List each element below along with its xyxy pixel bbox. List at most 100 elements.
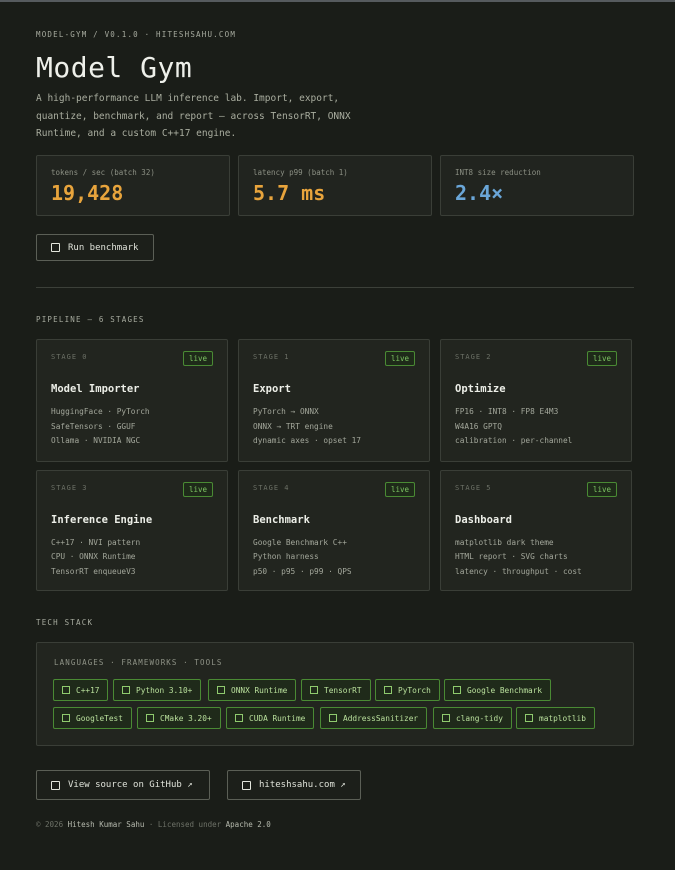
tech-stack-panel: LANGUAGES · FRAMEWORKS · TOOLS C++17 Pyt… xyxy=(36,642,634,746)
stat-label: tokens / sec (batch 32) xyxy=(51,168,155,177)
stage-name: Benchmark xyxy=(253,514,310,526)
square-icon xyxy=(51,243,60,252)
tech-chip[interactable]: AddressSanitizer xyxy=(320,707,428,729)
tech-chip[interactable]: CMake 3.20+ xyxy=(137,707,221,729)
stage-detail: latency · throughput · cost xyxy=(455,567,582,576)
stage-detail: HTML report · SVG charts xyxy=(455,552,568,561)
square-icon xyxy=(51,780,60,790)
footer-license[interactable]: Apache 2.0 xyxy=(226,820,271,829)
footer: © 2026 Hitesh Kumar Sahu · Licensed unde… xyxy=(36,820,271,829)
github-link-label: View source on GitHub ↗ xyxy=(68,780,193,790)
stage-detail: Ollama · NVIDIA NGC xyxy=(51,436,141,445)
tech-chip[interactable]: CUDA Runtime xyxy=(226,707,315,729)
tech-chip[interactable]: clang-tidy xyxy=(433,707,512,729)
footer-author[interactable]: Hitesh Kumar Sahu xyxy=(68,820,145,829)
tech-chip-label: PyTorch xyxy=(398,685,431,695)
tech-chip-label: Google Benchmark xyxy=(467,685,543,695)
status-badge: live xyxy=(586,482,617,497)
stats-row: tokens / sec (batch 32) 19,428 latency p… xyxy=(36,155,634,216)
stage-detail: FP16 · INT8 · FP8 E4M3 xyxy=(455,407,559,416)
tech-chip-label: GoogleTest xyxy=(76,713,123,723)
tech-chip-label: AddressSanitizer xyxy=(343,713,419,723)
run-benchmark-label: Run benchmark xyxy=(68,242,139,253)
tech-chip-label: ONNX Runtime xyxy=(231,685,288,695)
status-badge: live xyxy=(182,351,213,366)
square-icon xyxy=(525,714,533,722)
stage-number: STAGE 4 xyxy=(253,484,290,492)
stage-card-model-importer[interactable]: STAGE 0 live Model Importer HuggingFace … xyxy=(36,339,228,462)
stage-card-inference-engine[interactable]: STAGE 3 live Inference Engine C++17 · NV… xyxy=(36,470,228,591)
stage-name: Export xyxy=(253,383,291,395)
tech-chip-label: clang-tidy xyxy=(456,713,503,723)
website-link-button[interactable]: hiteshsahu.com ↗ xyxy=(227,770,361,800)
status-badge: live xyxy=(384,351,415,366)
stage-detail: ONNX → TRT engine xyxy=(253,422,333,431)
stage-card-optimize[interactable]: STAGE 2 live Optimize FP16 · INT8 · FP8 … xyxy=(440,339,632,462)
stage-number: STAGE 3 xyxy=(51,484,88,492)
breadcrumb: MODEL-GYM / V0.1.0 · HITESHSAHU.COM xyxy=(36,30,237,39)
stage-detail: matplotlib dark theme xyxy=(455,538,554,547)
stage-detail: SafeTensors · GGUF xyxy=(51,422,136,431)
tech-chip-label: Python 3.10+ xyxy=(136,685,193,695)
footer-licensed: · Licensed under xyxy=(148,820,222,829)
square-icon xyxy=(242,780,251,790)
stage-name: Dashboard xyxy=(455,514,512,526)
square-icon xyxy=(310,686,318,694)
tech-chip[interactable]: ONNX Runtime xyxy=(208,679,297,701)
tech-chip-label: matplotlib xyxy=(539,713,586,723)
tech-chip[interactable]: Python 3.10+ xyxy=(113,679,202,701)
stage-card-export[interactable]: STAGE 1 live Export PyTorch → ONNX ONNX … xyxy=(238,339,430,462)
stat-value: 19,428 xyxy=(51,181,124,205)
tech-chip[interactable]: PyTorch xyxy=(375,679,440,701)
status-badge: live xyxy=(182,482,213,497)
stat-label: latency p99 (batch 1) xyxy=(253,168,348,177)
square-icon xyxy=(146,714,154,722)
status-badge: live xyxy=(384,482,415,497)
stage-card-dashboard[interactable]: STAGE 5 live Dashboard matplotlib dark t… xyxy=(440,470,632,591)
stat-size-reduction: INT8 size reduction 2.4× xyxy=(440,155,634,216)
tech-stack-subheading: LANGUAGES · FRAMEWORKS · TOOLS xyxy=(54,658,223,667)
tech-chip[interactable]: GoogleTest xyxy=(53,707,132,729)
stage-detail: p50 · p95 · p99 · QPS xyxy=(253,567,352,576)
stage-card-benchmark[interactable]: STAGE 4 live Benchmark Google Benchmark … xyxy=(238,470,430,591)
page-title: Model Gym xyxy=(36,51,193,84)
tech-chip[interactable]: TensorRT xyxy=(301,679,371,701)
stage-number: STAGE 5 xyxy=(455,484,492,492)
square-icon xyxy=(442,714,450,722)
github-link-button[interactable]: View source on GitHub ↗ xyxy=(36,770,210,800)
section-divider xyxy=(36,287,634,288)
stat-latency: latency p99 (batch 1) 5.7 ms xyxy=(238,155,432,216)
stat-value: 5.7 ms xyxy=(253,181,326,205)
square-icon xyxy=(122,686,130,694)
tech-stack-heading: TECH STACK xyxy=(36,618,94,627)
stage-detail: CPU · ONNX Runtime xyxy=(51,552,136,561)
tech-chip[interactable]: Google Benchmark xyxy=(444,679,552,701)
stage-detail: W4A16 GPTQ xyxy=(455,422,502,431)
stat-label: INT8 size reduction xyxy=(455,168,541,177)
footer-copyright: © 2026 xyxy=(36,820,64,829)
stage-number: STAGE 0 xyxy=(51,353,88,361)
tech-chip[interactable]: matplotlib xyxy=(516,707,595,729)
square-icon xyxy=(235,714,243,722)
status-badge: live xyxy=(586,351,617,366)
square-icon xyxy=(329,714,337,722)
page-description: A high-performance LLM inference lab. Im… xyxy=(36,93,351,139)
stage-detail: HuggingFace · PyTorch xyxy=(51,407,150,416)
tech-chip-label: TensorRT xyxy=(324,685,362,695)
square-icon xyxy=(62,686,70,694)
square-icon xyxy=(62,714,70,722)
stage-name: Optimize xyxy=(455,383,506,395)
stage-detail: TensorRT enqueueV3 xyxy=(51,567,136,576)
square-icon xyxy=(217,686,225,694)
stage-detail: C++17 · NVI pattern xyxy=(51,538,141,547)
stage-number: STAGE 1 xyxy=(253,353,290,361)
run-benchmark-button[interactable]: Run benchmark xyxy=(36,234,154,261)
stage-detail: calibration · per-channel xyxy=(455,436,573,445)
square-icon xyxy=(453,686,461,694)
tech-chip[interactable]: C++17 xyxy=(53,679,109,701)
stage-detail: dynamic axes · opset 17 xyxy=(253,436,361,445)
pipeline-heading: PIPELINE — 6 STAGES xyxy=(36,315,145,324)
stage-name: Model Importer xyxy=(51,383,140,395)
stage-detail: Google Benchmark C++ xyxy=(253,538,347,547)
tech-chip-label: CUDA Runtime xyxy=(249,713,306,723)
